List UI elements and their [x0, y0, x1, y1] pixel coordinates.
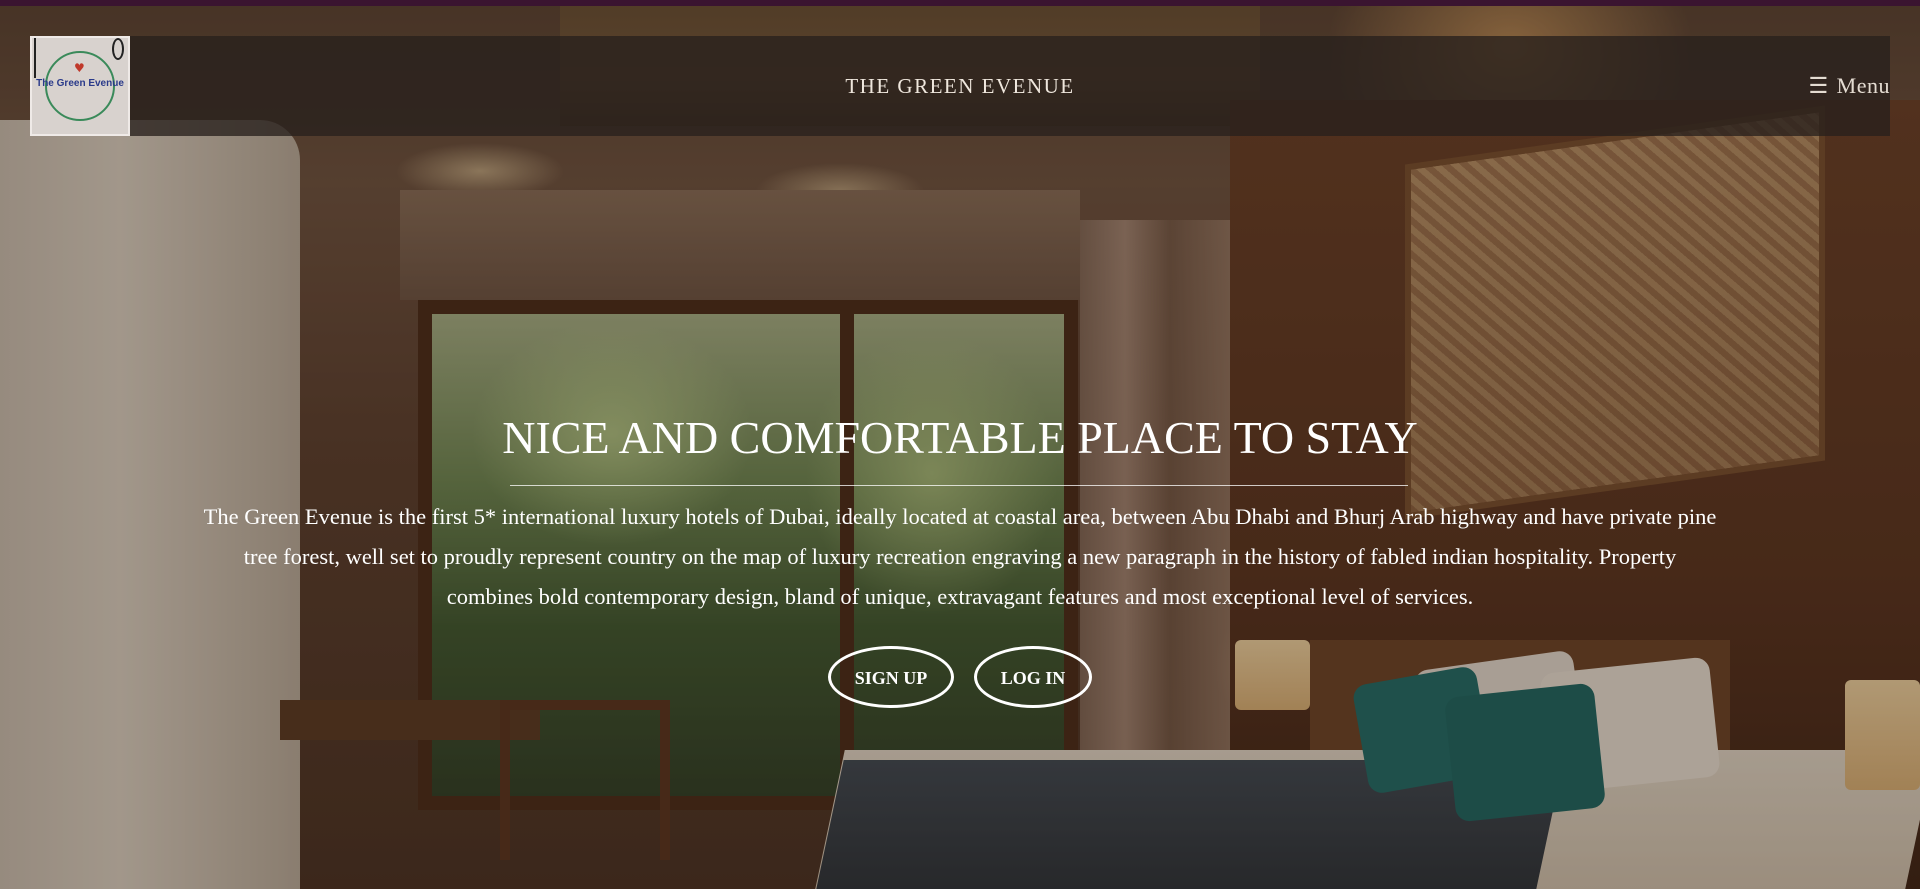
sign-up-button[interactable]: SIGN UP — [828, 646, 954, 708]
hero-divider — [510, 485, 1408, 486]
site-title: THE GREEN EVENUE — [845, 74, 1075, 98]
hero-description: The Green Evenue is the first 5* interna… — [203, 504, 1717, 609]
menu-button[interactable]: ☰ Menu — [1808, 36, 1890, 136]
page: ♥ The Green Evenue THE GREEN EVENUE ☰ Men… — [0, 0, 1920, 889]
log-in-button[interactable]: LOG IN — [974, 646, 1092, 708]
hero-heading: NICE AND COMFORTABLE PLACE TO STAY — [502, 412, 1418, 463]
menu-label: Menu — [1836, 73, 1890, 98]
hamburger-icon: ☰ — [1808, 73, 1829, 98]
site-header: ♥ The Green Evenue THE GREEN EVENUE ☰ Men… — [30, 36, 1890, 136]
